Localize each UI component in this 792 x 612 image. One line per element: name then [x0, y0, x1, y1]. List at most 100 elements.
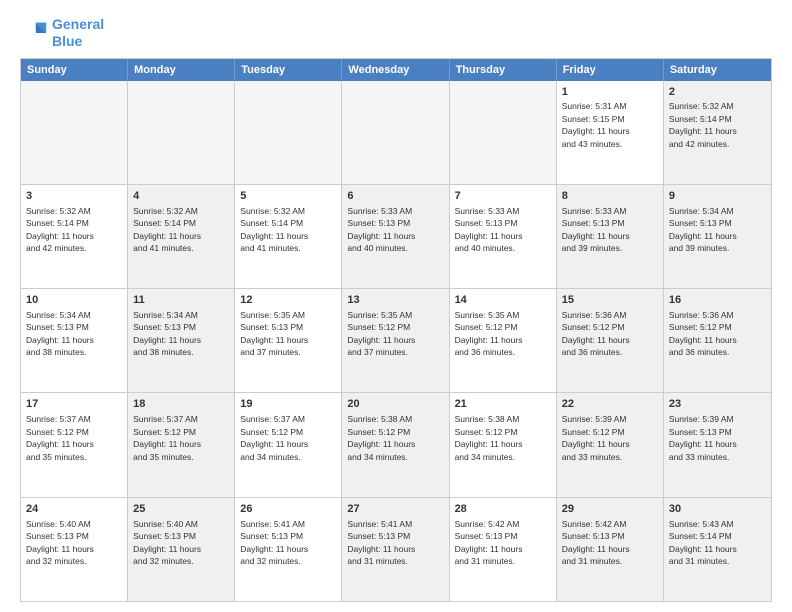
cell-info: Sunrise: 5:39 AM Sunset: 5:13 PM Dayligh… [669, 414, 737, 461]
day-number: 7 [455, 189, 551, 204]
calendar-cell-19: 19 Sunrise: 5:37 AM Sunset: 5:12 PM Dayli… [235, 393, 342, 496]
day-number: 11 [133, 293, 229, 308]
day-number: 15 [562, 293, 658, 308]
cell-info: Sunrise: 5:32 AM Sunset: 5:14 PM Dayligh… [240, 206, 308, 253]
cell-info: Sunrise: 5:37 AM Sunset: 5:12 PM Dayligh… [133, 414, 201, 461]
calendar-cell-empty-0-0 [21, 81, 128, 184]
cell-info: Sunrise: 5:35 AM Sunset: 5:13 PM Dayligh… [240, 310, 308, 357]
calendar-cell-13: 13 Sunrise: 5:35 AM Sunset: 5:12 PM Dayli… [342, 289, 449, 392]
calendar-cell-empty-0-2 [235, 81, 342, 184]
logo-icon [20, 19, 48, 47]
cell-info: Sunrise: 5:40 AM Sunset: 5:13 PM Dayligh… [26, 519, 94, 566]
calendar-cell-15: 15 Sunrise: 5:36 AM Sunset: 5:12 PM Dayli… [557, 289, 664, 392]
calendar-cell-3: 3 Sunrise: 5:32 AM Sunset: 5:14 PM Daylig… [21, 185, 128, 288]
day-number: 1 [562, 85, 658, 100]
day-number: 20 [347, 397, 443, 412]
day-number: 8 [562, 189, 658, 204]
calendar-header: SundayMondayTuesdayWednesdayThursdayFrid… [21, 59, 771, 81]
cell-info: Sunrise: 5:35 AM Sunset: 5:12 PM Dayligh… [455, 310, 523, 357]
calendar-cell-4: 4 Sunrise: 5:32 AM Sunset: 5:14 PM Daylig… [128, 185, 235, 288]
calendar-cell-empty-0-3 [342, 81, 449, 184]
header: General Blue [20, 16, 772, 50]
calendar-cell-14: 14 Sunrise: 5:35 AM Sunset: 5:12 PM Dayli… [450, 289, 557, 392]
header-day-monday: Monday [128, 59, 235, 81]
day-number: 19 [240, 397, 336, 412]
day-number: 2 [669, 85, 766, 100]
day-number: 9 [669, 189, 766, 204]
day-number: 21 [455, 397, 551, 412]
day-number: 30 [669, 502, 766, 517]
calendar-cell-16: 16 Sunrise: 5:36 AM Sunset: 5:12 PM Dayli… [664, 289, 771, 392]
header-day-saturday: Saturday [664, 59, 771, 81]
day-number: 13 [347, 293, 443, 308]
day-number: 12 [240, 293, 336, 308]
day-number: 18 [133, 397, 229, 412]
calendar-cell-5: 5 Sunrise: 5:32 AM Sunset: 5:14 PM Daylig… [235, 185, 342, 288]
cell-info: Sunrise: 5:38 AM Sunset: 5:12 PM Dayligh… [455, 414, 523, 461]
calendar-cell-18: 18 Sunrise: 5:37 AM Sunset: 5:12 PM Dayli… [128, 393, 235, 496]
cell-info: Sunrise: 5:42 AM Sunset: 5:13 PM Dayligh… [562, 519, 630, 566]
calendar-cell-22: 22Sunrise: 5:39 AM Sunset: 5:12 PM Dayli… [557, 393, 664, 496]
calendar-cell-2: 2Sunrise: 5:32 AM Sunset: 5:14 PM Daylig… [664, 81, 771, 184]
calendar-body: 1Sunrise: 5:31 AM Sunset: 5:15 PM Daylig… [21, 81, 771, 601]
calendar-cell-21: 21 Sunrise: 5:38 AM Sunset: 5:12 PM Dayli… [450, 393, 557, 496]
cell-info: Sunrise: 5:32 AM Sunset: 5:14 PM Dayligh… [26, 206, 94, 253]
calendar-cell-11: 11 Sunrise: 5:34 AM Sunset: 5:13 PM Dayli… [128, 289, 235, 392]
calendar-cell-10: 10Sunrise: 5:34 AM Sunset: 5:13 PM Dayli… [21, 289, 128, 392]
cell-info: Sunrise: 5:33 AM Sunset: 5:13 PM Dayligh… [562, 206, 630, 253]
calendar-row-3: 17 Sunrise: 5:37 AM Sunset: 5:12 PM Dayli… [21, 393, 771, 497]
cell-info: Sunrise: 5:35 AM Sunset: 5:12 PM Dayligh… [347, 310, 415, 357]
day-number: 28 [455, 502, 551, 517]
header-day-thursday: Thursday [450, 59, 557, 81]
day-number: 26 [240, 502, 336, 517]
day-number: 4 [133, 189, 229, 204]
day-number: 17 [26, 397, 122, 412]
cell-info: Sunrise: 5:36 AM Sunset: 5:12 PM Dayligh… [669, 310, 737, 357]
calendar-cell-9: 9 Sunrise: 5:34 AM Sunset: 5:13 PM Daylig… [664, 185, 771, 288]
calendar-cell-28: 28Sunrise: 5:42 AM Sunset: 5:13 PM Dayli… [450, 498, 557, 601]
cell-info: Sunrise: 5:43 AM Sunset: 5:14 PM Dayligh… [669, 519, 737, 566]
cell-info: Sunrise: 5:34 AM Sunset: 5:13 PM Dayligh… [669, 206, 737, 253]
calendar-cell-6: 6Sunrise: 5:33 AM Sunset: 5:13 PM Daylig… [342, 185, 449, 288]
calendar-row-0: 1Sunrise: 5:31 AM Sunset: 5:15 PM Daylig… [21, 81, 771, 185]
calendar-cell-12: 12 Sunrise: 5:35 AM Sunset: 5:13 PM Dayli… [235, 289, 342, 392]
day-number: 27 [347, 502, 443, 517]
cell-info: Sunrise: 5:39 AM Sunset: 5:12 PM Dayligh… [562, 414, 630, 461]
calendar-cell-1: 1Sunrise: 5:31 AM Sunset: 5:15 PM Daylig… [557, 81, 664, 184]
day-number: 24 [26, 502, 122, 517]
day-number: 29 [562, 502, 658, 517]
calendar-cell-24: 24 Sunrise: 5:40 AM Sunset: 5:13 PM Dayli… [21, 498, 128, 601]
calendar-cell-17: 17Sunrise: 5:37 AM Sunset: 5:12 PM Dayli… [21, 393, 128, 496]
cell-info: Sunrise: 5:33 AM Sunset: 5:13 PM Dayligh… [455, 206, 523, 253]
calendar-row-4: 24 Sunrise: 5:40 AM Sunset: 5:13 PM Dayli… [21, 498, 771, 601]
cell-info: Sunrise: 5:38 AM Sunset: 5:12 PM Dayligh… [347, 414, 415, 461]
cell-info: Sunrise: 5:32 AM Sunset: 5:14 PM Dayligh… [669, 101, 737, 148]
calendar-cell-26: 26Sunrise: 5:41 AM Sunset: 5:13 PM Dayli… [235, 498, 342, 601]
day-number: 3 [26, 189, 122, 204]
calendar-cell-8: 8 Sunrise: 5:33 AM Sunset: 5:13 PM Daylig… [557, 185, 664, 288]
day-number: 25 [133, 502, 229, 517]
page: General Blue SundayMondayTuesdayWednesda… [0, 0, 792, 612]
calendar-row-1: 3 Sunrise: 5:32 AM Sunset: 5:14 PM Daylig… [21, 185, 771, 289]
day-number: 14 [455, 293, 551, 308]
calendar-cell-23: 23 Sunrise: 5:39 AM Sunset: 5:13 PM Dayli… [664, 393, 771, 496]
cell-info: Sunrise: 5:32 AM Sunset: 5:14 PM Dayligh… [133, 206, 201, 253]
day-number: 23 [669, 397, 766, 412]
cell-info: Sunrise: 5:40 AM Sunset: 5:13 PM Dayligh… [133, 519, 201, 566]
header-day-friday: Friday [557, 59, 664, 81]
day-number: 10 [26, 293, 122, 308]
calendar-row-2: 10 Sunrise: 5:34 AM Sunset: 5:13 PM Dayli… [21, 289, 771, 393]
calendar-cell-7: 7 Sunrise: 5:33 AM Sunset: 5:13 PM Daylig… [450, 185, 557, 288]
calendar-cell-20: 20 Sunrise: 5:38 AM Sunset: 5:12 PM Dayli… [342, 393, 449, 496]
day-number: 5 [240, 189, 336, 204]
day-number: 6 [347, 189, 443, 204]
logo-text: General Blue [52, 16, 104, 50]
cell-info: Sunrise: 5:31 AM Sunset: 5:15 PM Dayligh… [562, 101, 630, 148]
cell-info: Sunrise: 5:36 AM Sunset: 5:12 PM Dayligh… [562, 310, 630, 357]
calendar: SundayMondayTuesdayWednesdayThursdayFrid… [20, 58, 772, 602]
calendar-cell-30: 30 Sunrise: 5:43 AM Sunset: 5:14 PM Dayli… [664, 498, 771, 601]
cell-info: Sunrise: 5:34 AM Sunset: 5:13 PM Dayligh… [133, 310, 201, 357]
header-day-sunday: Sunday [21, 59, 128, 81]
cell-info: Sunrise: 5:37 AM Sunset: 5:12 PM Dayligh… [240, 414, 308, 461]
day-number: 16 [669, 293, 766, 308]
